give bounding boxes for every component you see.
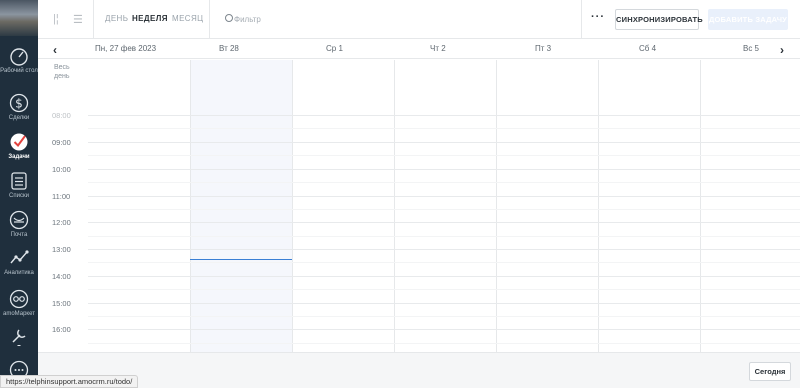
- day-header-wed: Ср 1: [326, 44, 343, 53]
- sidebar-item-deals[interactable]: $ Сделки: [0, 93, 38, 122]
- sidebar-item-dashboard[interactable]: Рабочий стол: [0, 46, 38, 75]
- status-bar-url: https://telphinsupport.amocrm.ru/todo/: [0, 375, 139, 388]
- mail-icon: [9, 210, 29, 230]
- prev-week-icon[interactable]: ‹: [53, 43, 57, 57]
- sidebar-item-analytics[interactable]: Аналитика: [0, 248, 38, 277]
- column-divider: [496, 60, 497, 352]
- divider: [581, 0, 582, 38]
- half-hour-line: [88, 316, 800, 317]
- sidebar-item-label: Рабочий стол: [0, 68, 38, 74]
- sidebar-item-label: Сделки: [8, 115, 30, 121]
- sync-button[interactable]: СИНХРОНИЗИРОВАТЬ: [615, 9, 703, 30]
- chart-icon: [10, 250, 29, 264]
- day-header-sun: Вс 5: [743, 44, 760, 53]
- week-grid[interactable]: Весь день 08:00 09:00 10:00 11:00 12:00 …: [38, 60, 800, 352]
- tab-month[interactable]: МЕСЯЦ: [172, 14, 203, 23]
- half-hour-line: [88, 128, 800, 129]
- column-divider: [190, 60, 191, 352]
- sidebar-item-tasks[interactable]: Задачи: [0, 132, 38, 161]
- hour-line: [88, 169, 800, 170]
- time-label: 12:00: [52, 218, 71, 227]
- hour-line: [88, 222, 800, 223]
- half-hour-line: [88, 289, 800, 290]
- sidebar-item-market[interactable]: amoМаркет: [0, 289, 38, 318]
- column-divider: [394, 60, 395, 352]
- time-label: 14:00: [52, 272, 71, 281]
- divider: [209, 0, 210, 38]
- day-header-thu: Чт 2: [430, 44, 446, 53]
- week-days-header: ‹ Пн, 27 фев 2023 Вт 28 Ср 1 Чт 2 Пт 3 С…: [38, 39, 800, 59]
- tab-week[interactable]: НЕДЕЛЯ: [132, 14, 168, 23]
- sidebar-item-mail[interactable]: Почта: [0, 210, 38, 239]
- top-toolbar: |¦ ☰ ДЕНЬ НЕДЕЛЯ МЕСЯЦ ··· СИНХРОНИЗИРОВ…: [38, 0, 800, 39]
- time-label: 09:00: [52, 138, 71, 147]
- today-button[interactable]: Сегодня: [749, 362, 791, 381]
- time-label: 08:00: [52, 111, 71, 120]
- avatar[interactable]: [0, 0, 38, 36]
- today-column: [190, 60, 292, 352]
- list-icon: [11, 172, 27, 190]
- search-input[interactable]: [234, 11, 384, 27]
- timeline-view-icon[interactable]: |¦: [53, 13, 59, 25]
- tab-day[interactable]: ДЕНЬ: [105, 14, 128, 23]
- search-icon: [225, 14, 233, 22]
- sidebar-item-label: Задачи: [8, 154, 30, 160]
- half-hour-line: [88, 343, 800, 344]
- column-divider: [700, 60, 701, 352]
- hour-line: [88, 196, 800, 197]
- more-options-button[interactable]: ···: [591, 11, 605, 23]
- half-hour-line: [88, 236, 800, 237]
- app-window: Рабочий стол $ Сделки Задачи Списки Почт…: [0, 0, 800, 388]
- next-week-icon[interactable]: ›: [780, 43, 784, 57]
- settings-icon: [12, 329, 26, 346]
- time-label: 15:00: [52, 299, 71, 308]
- current-time-indicator: [190, 259, 292, 260]
- footer-bar: Сегодня: [38, 352, 800, 388]
- sidebar-item-settings[interactable]: [0, 326, 38, 346]
- list-view-icon[interactable]: ☰: [73, 13, 83, 26]
- half-hour-line: [88, 182, 800, 183]
- sidebar: Рабочий стол $ Сделки Задачи Списки Почт…: [0, 0, 38, 388]
- half-hour-line: [88, 262, 800, 263]
- hour-line: [88, 276, 800, 277]
- dollar-icon: $: [9, 93, 29, 113]
- half-hour-line: [88, 155, 800, 156]
- speedometer-icon: [10, 48, 28, 66]
- hour-line: [88, 142, 800, 143]
- all-day-label: Весь день: [54, 64, 70, 80]
- svg-text:$: $: [15, 97, 23, 111]
- sidebar-item-label: Списки: [9, 193, 29, 199]
- day-header-fri: Пт 3: [535, 44, 552, 53]
- sidebar-item-label: Аналитика: [4, 270, 34, 276]
- time-label: 13:00: [52, 245, 71, 254]
- sidebar-item-label: amoМаркет: [3, 311, 35, 317]
- hour-line: [88, 115, 800, 116]
- day-header-sat: Сб 4: [639, 44, 657, 53]
- hour-line: [88, 303, 800, 304]
- divider: [93, 0, 94, 38]
- check-circle-icon: [10, 133, 28, 151]
- sidebar-item-lists[interactable]: Списки: [0, 171, 38, 200]
- add-task-button[interactable]: ДОБАВИТЬ ЗАДАЧУ: [708, 9, 788, 30]
- column-divider: [292, 60, 293, 352]
- day-header-mon: Пн, 27 фев 2023: [95, 44, 157, 53]
- hour-line: [88, 249, 800, 250]
- time-label: 16:00: [52, 325, 71, 334]
- time-label: 10:00: [52, 165, 71, 174]
- time-label: 11:00: [52, 192, 71, 201]
- day-header-tue: Вт 28: [219, 44, 239, 53]
- hour-line: [88, 329, 800, 330]
- market-icon: [9, 289, 29, 309]
- column-divider: [598, 60, 599, 352]
- sidebar-item-label: Почта: [10, 232, 28, 238]
- half-hour-line: [88, 209, 800, 210]
